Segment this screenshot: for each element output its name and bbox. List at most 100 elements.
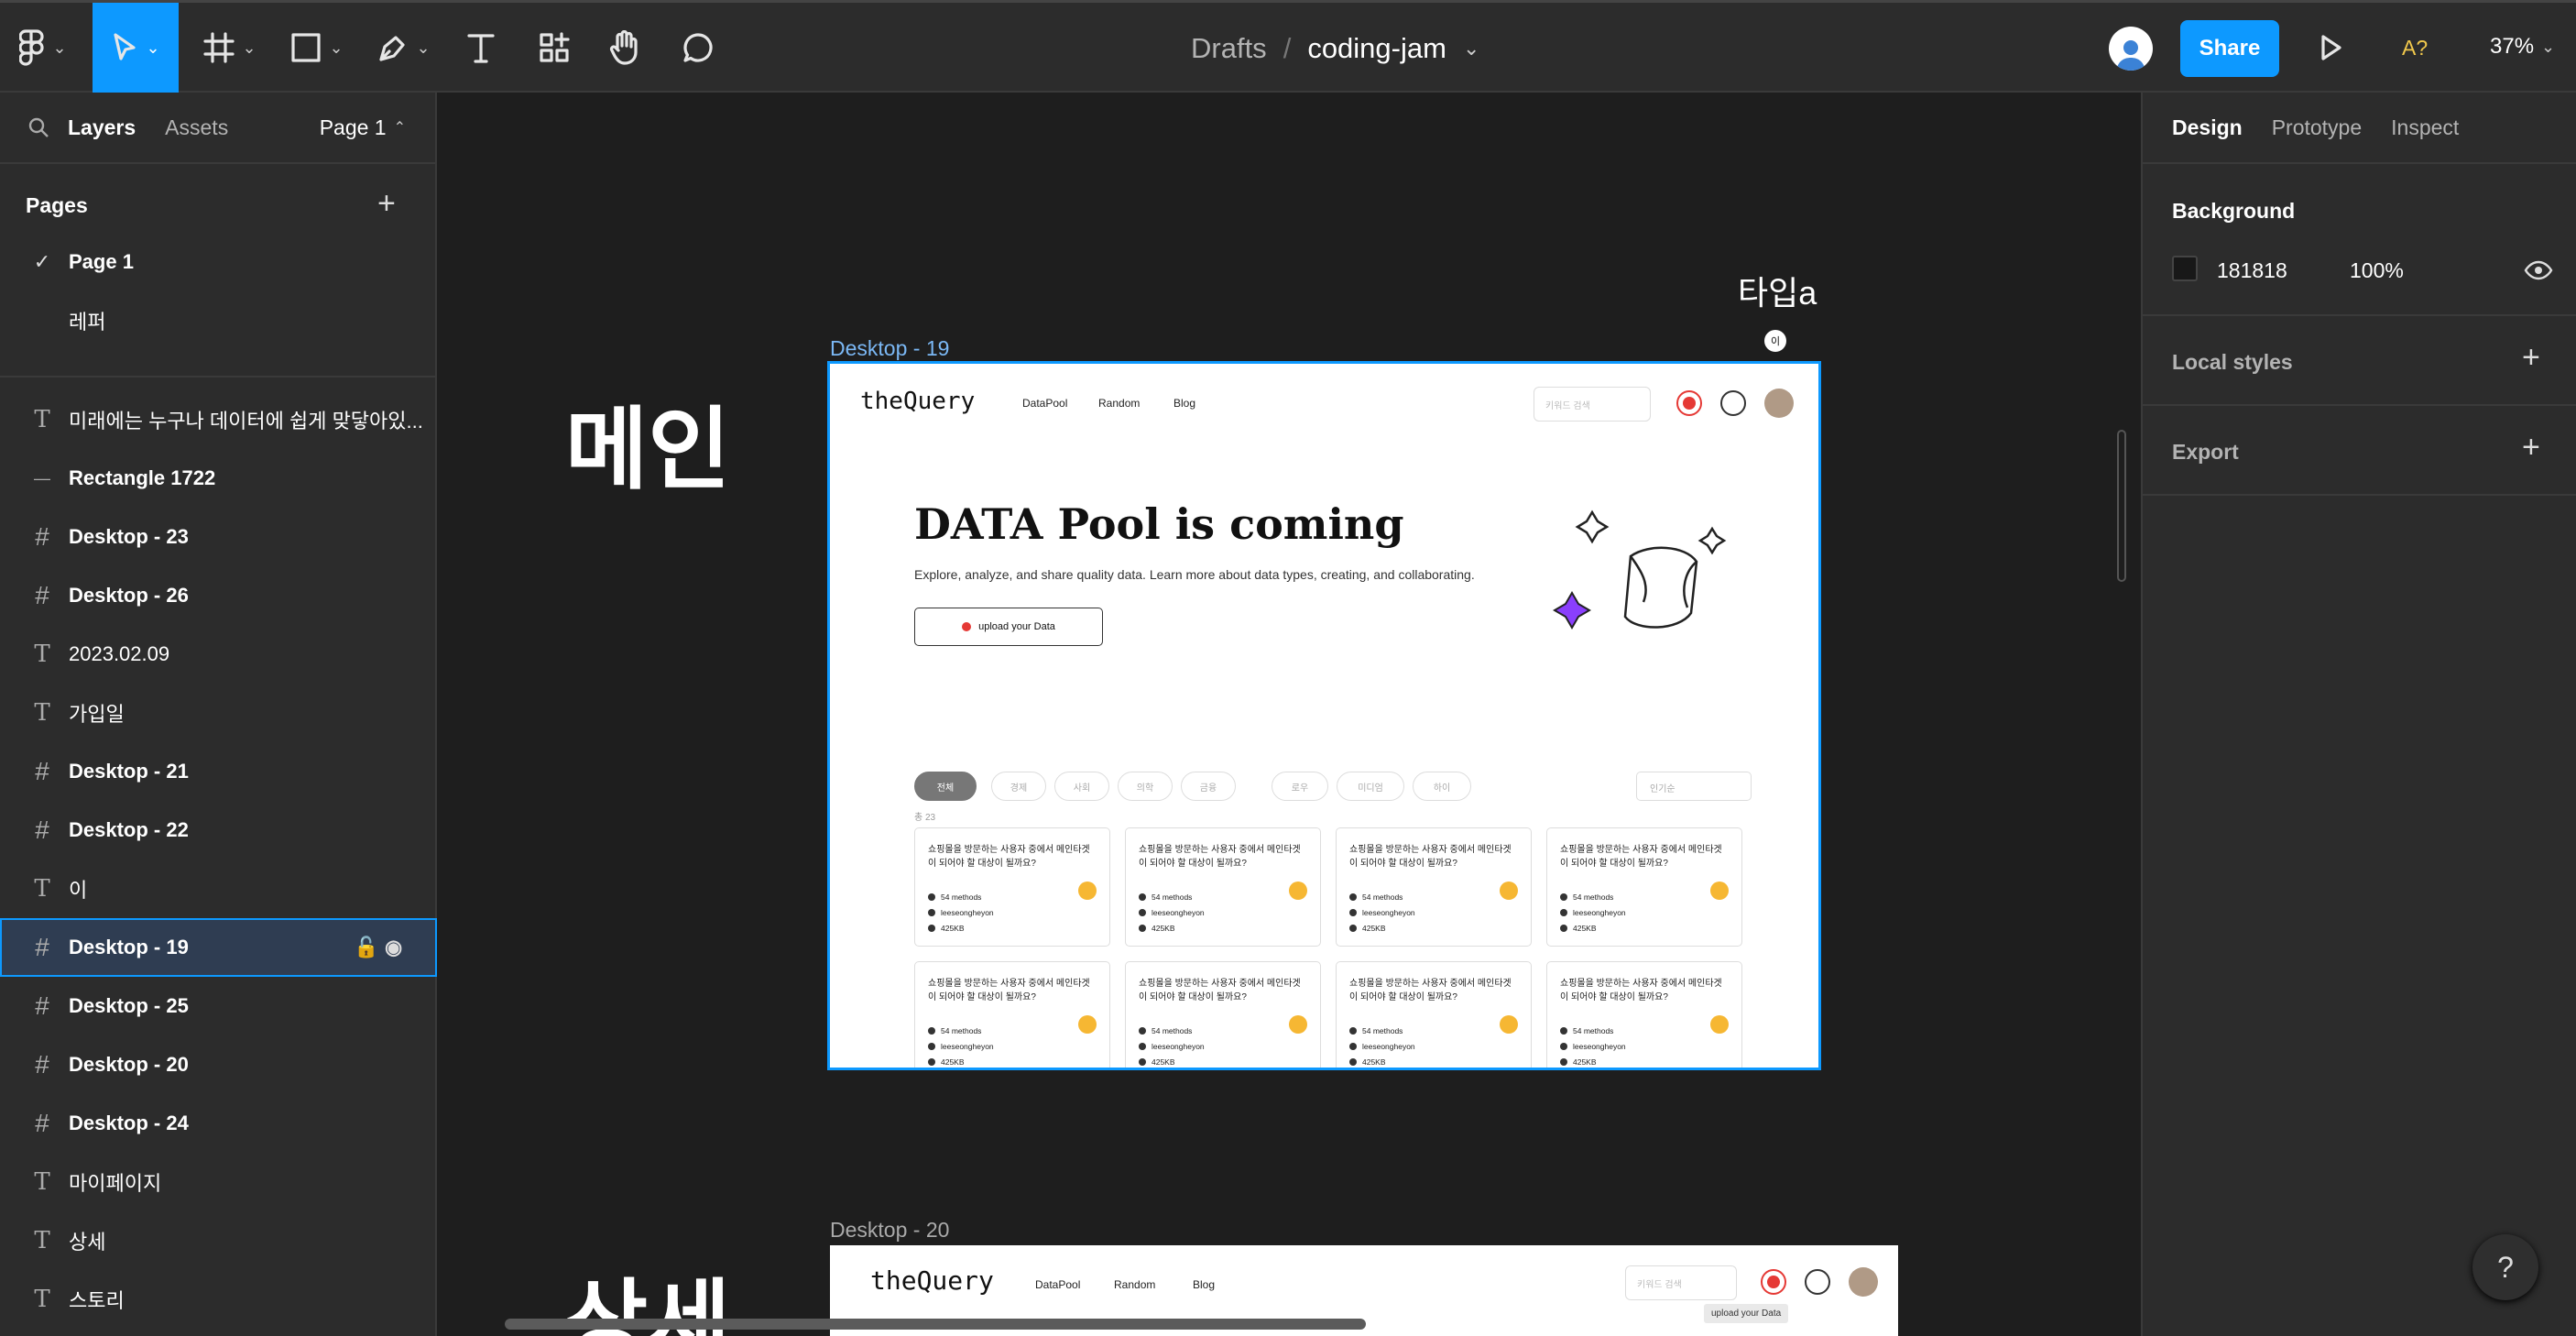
card-title: 쇼핑몰을 방문하는 사용자 중에서 메인타겟이 되어야 할 대상이 될까요? (1139, 845, 1301, 869)
site-upload-icon[interactable] (1761, 1269, 1786, 1295)
zoom-menu[interactable]: 37% ⌄ (2490, 34, 2555, 60)
filter-finance[interactable]: 금융 (1181, 772, 1236, 801)
layer-row[interactable]: # Desktop - 26 (0, 566, 437, 625)
tab-design[interactable]: Design (2172, 115, 2243, 140)
canvas-text-type[interactable]: 타입a (1738, 267, 1817, 314)
data-card[interactable]: 쇼핑몰을 방문하는 사용자 중에서 메인타겟이 되어야 할 대상이 될까요? 54… (1336, 961, 1532, 1068)
add-page-icon[interactable]: + (377, 186, 396, 222)
frame-label-desktop-20[interactable]: Desktop - 20 (830, 1218, 949, 1243)
add-style-icon[interactable]: + (2522, 340, 2540, 376)
layer-row[interactable]: # Desktop - 24 (0, 1094, 437, 1153)
site-nav-datapool[interactable]: DataPool (1022, 397, 1067, 410)
horizontal-scrollbar[interactable] (505, 1319, 1366, 1330)
frame-desktop-19[interactable]: theQuery DataPool Random Blog 키워드 검색 DAT… (827, 361, 1821, 1070)
site-nav-random[interactable]: Random (1098, 397, 1140, 410)
data-card[interactable]: 쇼핑몰을 방문하는 사용자 중에서 메인타겟이 되어야 할 대상이 될까요? 54… (1125, 961, 1321, 1068)
breadcrumb-drafts[interactable]: Drafts (1191, 32, 1267, 65)
frame-label-desktop-19[interactable]: Desktop - 19 (830, 336, 949, 361)
site-nav-blog[interactable]: Blog (1193, 1278, 1215, 1291)
data-card[interactable]: 쇼핑몰을 방문하는 사용자 중에서 메인타겟이 되어야 할 대상이 될까요? 54… (1546, 827, 1742, 947)
layer-row[interactable]: T 가입일 (0, 684, 437, 742)
add-export-icon[interactable]: + (2522, 430, 2540, 465)
layer-row[interactable]: T 2023.02.09 (0, 625, 437, 684)
text-icon: T (34, 875, 50, 903)
site-badge-icon[interactable] (1805, 1269, 1830, 1295)
filter-society[interactable]: 사회 (1054, 772, 1109, 801)
missing-fonts-indicator[interactable]: A? (2402, 36, 2428, 60)
data-card[interactable]: 쇼핑몰을 방문하는 사용자 중에서 메인타겟이 되어야 할 대상이 될까요? 54… (914, 827, 1110, 947)
data-card[interactable]: 쇼핑몰을 방문하는 사용자 중에서 메인타겟이 되어야 할 대상이 될까요? 54… (1546, 961, 1742, 1068)
chevron-down-icon[interactable]: ⌄ (1463, 37, 1479, 60)
text-icon: T (34, 406, 50, 433)
layer-row[interactable]: # Desktop - 23 (0, 508, 437, 566)
filter-high[interactable]: 하이 (1413, 772, 1471, 801)
site-nav-datapool[interactable]: DataPool (1035, 1278, 1080, 1291)
canvas-avatar-small[interactable]: 이 (1764, 330, 1786, 352)
resources-tool-button[interactable] (531, 3, 577, 93)
page-item-reference[interactable]: 레퍼 (0, 291, 437, 350)
tab-prototype[interactable]: Prototype (2272, 115, 2362, 140)
filter-all[interactable]: 전체 (914, 772, 977, 801)
filter-economy[interactable]: 경제 (991, 772, 1046, 801)
layer-row[interactable]: T 마이페이지 (0, 1153, 437, 1211)
layer-label: Desktop - 25 (69, 994, 189, 1017)
site-upload-icon[interactable] (1676, 390, 1702, 416)
chevron-up-icon: ⌃ (393, 120, 406, 136)
background-opacity-input[interactable]: 100% (2350, 258, 2404, 283)
layer-row[interactable]: T 미래에는 누구나 데이터에 쉽게 맞닿아있... (0, 390, 437, 449)
move-tool-button[interactable]: ⌄ (93, 3, 179, 93)
filter-low[interactable]: 로우 (1272, 772, 1328, 801)
site-nav-blog[interactable]: Blog (1173, 397, 1195, 410)
present-button[interactable] (2313, 3, 2350, 93)
layer-row[interactable]: # Desktop - 21 (0, 742, 437, 801)
eye-icon[interactable] (2524, 259, 2553, 281)
layer-row[interactable]: # Desktop - 22 (0, 801, 437, 860)
tab-assets[interactable]: Assets (165, 115, 228, 140)
layer-row[interactable]: # Desktop - 25 (0, 977, 437, 1035)
filter-medium[interactable]: 미디엄 (1337, 772, 1404, 801)
layer-row[interactable]: # Desktop - 20 (0, 1035, 437, 1094)
shape-tool-button[interactable]: ⌄ (284, 3, 350, 93)
filter-medical[interactable]: 의학 (1118, 772, 1173, 801)
layer-row[interactable]: T이 (0, 860, 437, 918)
tab-inspect[interactable]: Inspect (2391, 115, 2459, 140)
comment-tool-button[interactable] (675, 3, 721, 93)
sort-dropdown[interactable]: 인기순 (1636, 772, 1752, 801)
data-card[interactable]: 쇼핑몰을 방문하는 사용자 중에서 메인타겟이 되어야 할 대상이 될까요? 54… (1125, 827, 1321, 947)
layer-row[interactable]: T 스토리 (0, 1270, 437, 1329)
help-button[interactable]: ? (2472, 1234, 2538, 1300)
site-search-input[interactable]: 키워드 검색 (1534, 387, 1651, 422)
canvas[interactable]: 메인 상세 타입a 이 Desktop - 19 Desktop - 20 th… (439, 93, 2139, 1336)
site-nav-random[interactable]: Random (1114, 1278, 1155, 1291)
divider (2143, 494, 2576, 496)
eye-icon[interactable]: ◉ (385, 936, 402, 959)
site-search-input[interactable]: 키워드 검색 (1625, 1265, 1737, 1300)
user-avatar[interactable] (2109, 27, 2153, 71)
site-avatar[interactable] (1849, 1267, 1878, 1297)
share-button[interactable]: Share (2180, 20, 2279, 77)
pen-tool-button[interactable]: ⌄ (371, 3, 437, 93)
background-swatch[interactable] (2172, 256, 2198, 281)
layer-row[interactable]: — Rectangle 1722 (0, 449, 437, 508)
page-selector[interactable]: Page 1 ⌃ (320, 115, 406, 140)
frame-tool-button[interactable]: ⌄ (197, 3, 263, 93)
data-card[interactable]: 쇼핑몰을 방문하는 사용자 중에서 메인타겟이 되어야 할 대상이 될까요? 54… (914, 961, 1110, 1068)
upload-data-button[interactable]: upload your Data (914, 608, 1103, 646)
site-avatar[interactable] (1764, 389, 1794, 418)
main-menu-button[interactable]: ⌄ (11, 3, 75, 93)
site-badge-icon[interactable] (1720, 390, 1746, 416)
background-hex-input[interactable]: 181818 (2217, 258, 2287, 283)
vertical-scrollbar[interactable] (2117, 430, 2126, 582)
tab-layers[interactable]: Layers (68, 115, 136, 140)
text-tool-button[interactable] (458, 3, 504, 93)
search-icon[interactable] (27, 116, 49, 138)
hero-illustration (1553, 509, 1727, 630)
layer-row[interactable]: # Desktop - 19 🔓 ◉ (0, 918, 437, 977)
unlock-icon[interactable]: 🔓 (354, 936, 378, 959)
page-item-page-1[interactable]: ✓ Page 1 (0, 233, 437, 291)
file-name[interactable]: coding-jam (1307, 32, 1446, 65)
canvas-text-main[interactable]: 메인 (565, 377, 730, 507)
hand-tool-button[interactable] (602, 3, 648, 93)
data-card[interactable]: 쇼핑몰을 방문하는 사용자 중에서 메인타겟이 되어야 할 대상이 될까요? 54… (1336, 827, 1532, 947)
layer-row[interactable]: T 상세 (0, 1211, 437, 1270)
